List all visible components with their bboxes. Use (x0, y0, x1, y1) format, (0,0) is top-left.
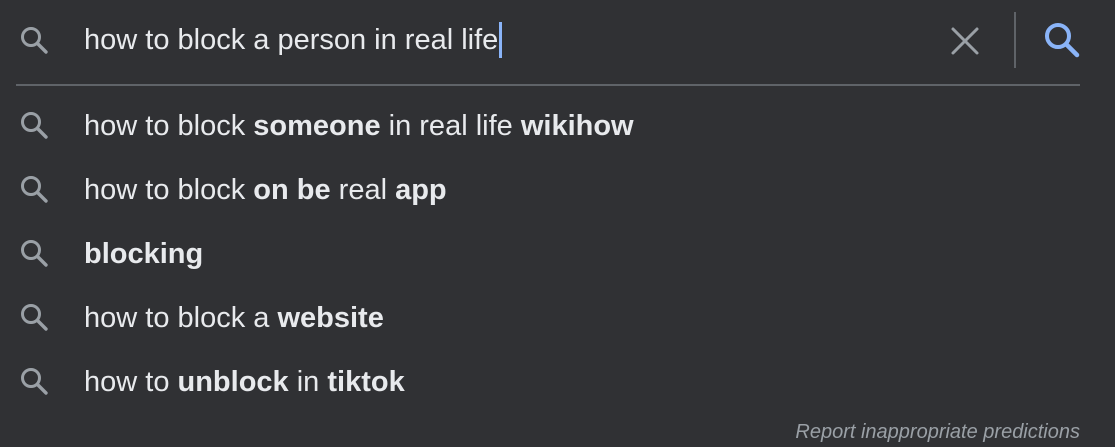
suggestion-text: how to unblock in tiktok (84, 362, 405, 402)
search-icon (1042, 23, 1084, 66)
suggestion-text-bold: website (277, 302, 384, 334)
suggestion-text-bold: on be (253, 174, 331, 206)
suggestion-text-bold: app (395, 174, 447, 206)
search-icon (18, 237, 52, 271)
close-icon (946, 27, 984, 64)
search-icon (18, 109, 52, 143)
suggestion-item[interactable]: how to block on be real app (0, 158, 1115, 222)
suggestion-item[interactable]: how to block a website (0, 286, 1115, 350)
suggestion-item[interactable]: blocking (0, 222, 1115, 286)
vertical-divider (1014, 12, 1016, 68)
search-input[interactable]: how to block a person in real life (84, 20, 503, 60)
search-icon (18, 365, 52, 399)
suggestion-text-part: how to block (84, 174, 254, 206)
suggestion-item[interactable]: how to block someone in real life wikiho… (0, 94, 1115, 158)
suggestion-text: how to block a website (84, 298, 384, 338)
suggestion-text-bold: wikihow (520, 110, 634, 142)
suggestion-text-bold: tiktok (327, 366, 405, 398)
suggestion-text: blocking (84, 234, 203, 274)
suggestion-text-bold: someone (253, 110, 381, 142)
search-submit-button[interactable] (1042, 20, 1084, 62)
text-caret (499, 22, 503, 58)
search-icon (18, 173, 52, 207)
suggestion-text: how to block on be real app (84, 170, 447, 210)
suggestion-text-part: in (288, 366, 328, 398)
suggestion-item[interactable]: how to unblock in tiktok (0, 350, 1115, 414)
search-query-text: how to block a person in real life (84, 24, 499, 56)
search-icon (18, 24, 52, 58)
clear-button[interactable] (946, 22, 984, 60)
suggestion-text-bold: blocking (84, 238, 204, 270)
suggestion-text-part: how to (84, 366, 178, 398)
horizontal-divider (16, 84, 1080, 86)
suggestion-text-part: how to block (84, 110, 254, 142)
suggestion-text-bold: unblock (177, 366, 289, 398)
suggestion-text-part: in real life (380, 110, 521, 142)
suggestion-list: how to block someone in real life wikiho… (0, 94, 1115, 414)
suggestion-text-part: how to block a (84, 302, 278, 334)
suggestion-text-part: real (330, 174, 396, 206)
suggestion-text: how to block someone in real life wikiho… (84, 106, 634, 146)
search-icon (18, 301, 52, 335)
search-bar: how to block a person in real life (0, 0, 1115, 84)
report-predictions-link[interactable]: Report inappropriate predictions (795, 421, 1080, 444)
